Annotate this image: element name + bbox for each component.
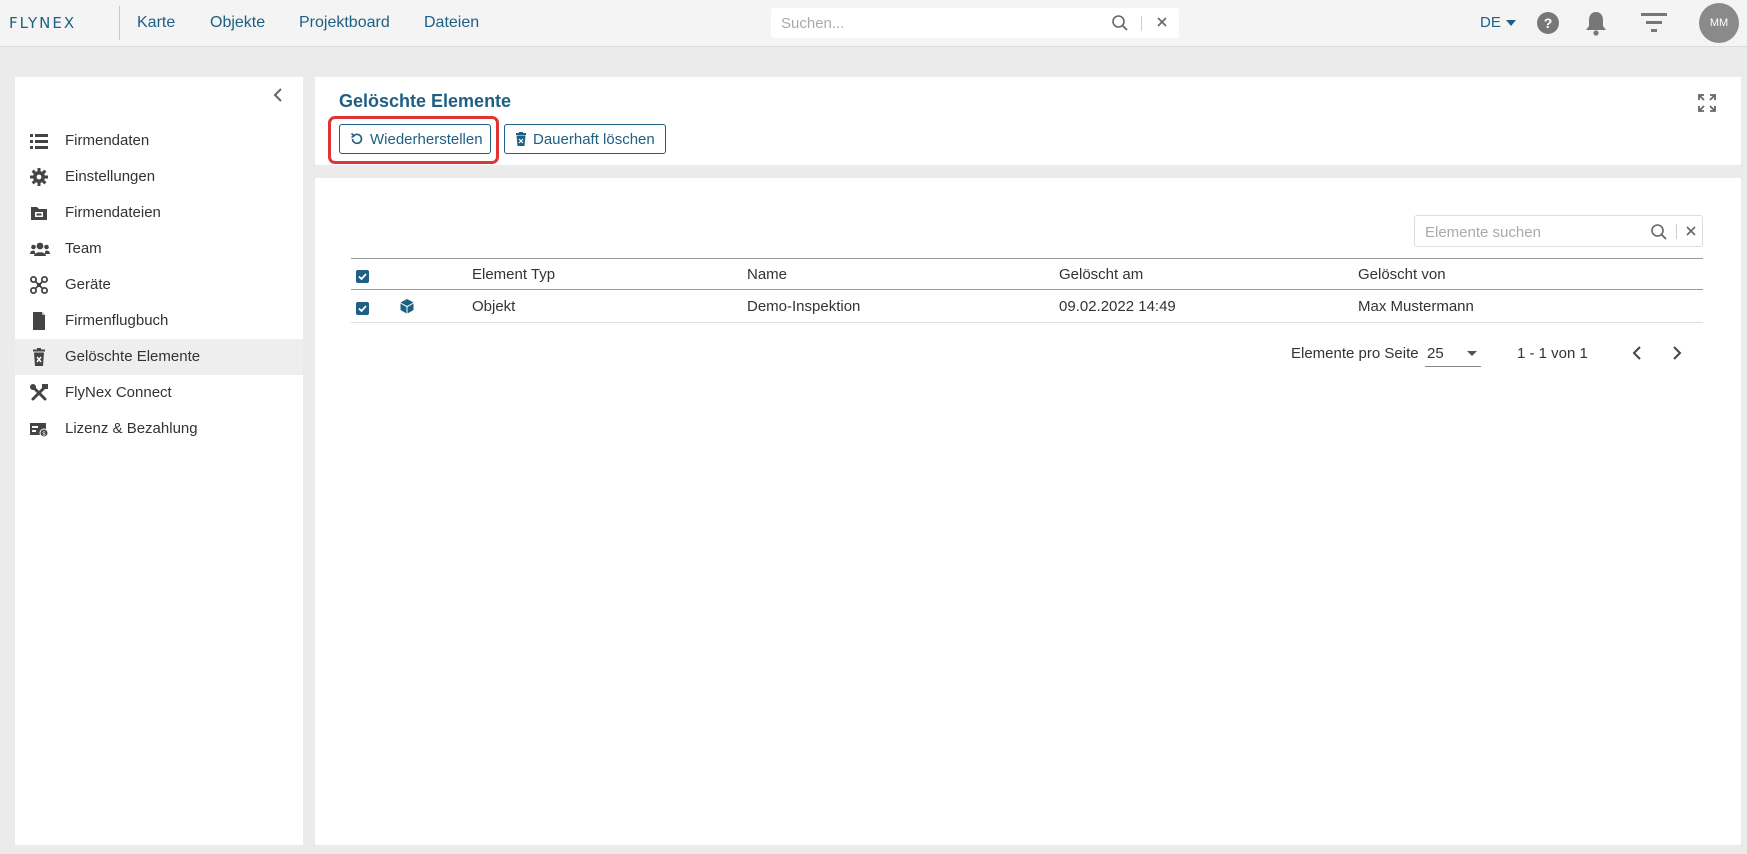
chevron-left-icon[interactable] [1631,344,1643,362]
trash-icon [516,132,526,146]
drone-icon [30,276,48,294]
delete-permanently-button[interactable]: Dauerhaft löschen [504,124,666,154]
sidebar-item-lizenz[interactable]: $ Lizenz & Bezahlung [15,411,303,447]
row-checkbox[interactable] [356,302,369,315]
main-panel: Element Typ Name Gelöscht am Gelöscht vo… [315,178,1741,845]
column-header-deleted-by[interactable]: Gelöscht von [1358,266,1446,283]
cell-name: Demo-Inspektion [747,298,861,315]
clear-search-icon[interactable] [1685,225,1697,237]
avatar[interactable]: MM [1699,3,1739,43]
top-bar: FLYNEX Karte Objekte Projektboard Dateie… [0,0,1747,47]
search-icon[interactable] [1650,223,1668,241]
sidebar-item-geraete[interactable]: Geräte [15,267,303,303]
sidebar-item-label: Firmenflugbuch [65,312,169,329]
pagination-range: 1 - 1 von 1 [1517,345,1588,362]
book-icon [30,312,48,330]
list-icon [30,132,48,150]
column-header-type[interactable]: Element Typ [472,266,555,283]
license-icon: $ [30,420,48,438]
sidebar-item-label: Firmendateien [65,204,161,221]
global-search-input[interactable] [781,12,1081,34]
table-top-border [351,258,1703,259]
bell-icon[interactable] [1584,10,1608,36]
sidebar-item-einstellungen[interactable]: Einstellungen [15,159,303,195]
trash-icon [30,348,48,366]
search-divider [1141,16,1142,31]
nav-dateien[interactable]: Dateien [424,14,479,32]
element-search [1414,215,1703,247]
sidebar-item-team[interactable]: Team [15,231,303,267]
sidebar-item-label: Lizenz & Bezahlung [65,420,198,437]
clear-search-icon[interactable] [1155,15,1169,29]
table-header-border [351,289,1703,290]
sidebar-item-label: Geräte [65,276,111,293]
chevron-left-icon[interactable] [272,87,284,103]
sidebar-item-label: Gelöschte Elemente [65,348,201,365]
folder-icon [30,204,48,222]
tools-icon [30,384,48,402]
page-header: Gelöschte Elemente Wiederherstellen Daue… [315,77,1741,165]
help-icon[interactable]: ? [1537,12,1559,34]
page-title: Gelöschte Elemente [339,91,512,111]
cell-deleted-at: 09.02.2022 14:49 [1059,298,1176,315]
gear-icon [30,168,48,186]
sidebar-item-label: Team [65,240,102,257]
restore-icon [350,132,363,145]
sidebar: Firmendaten Einstellungen Firmendateien … [15,77,303,845]
app-logo[interactable]: FLYNEX [9,14,76,32]
cell-type: Objekt [472,298,516,315]
sidebar-item-label: Einstellungen [65,168,156,185]
restore-label: Wiederherstellen [370,130,483,148]
chevron-right-icon[interactable] [1671,344,1683,362]
filter-icon[interactable] [1641,13,1667,33]
table-row-border [351,322,1703,323]
per-page-select[interactable]: 25 [1425,343,1481,367]
search-divider [1676,224,1677,239]
column-header-deleted-at[interactable]: Gelöscht am [1059,266,1143,283]
nav-projektboard[interactable]: Projektboard [299,14,390,32]
per-page-label: Elemente pro Seite [1291,345,1419,362]
sidebar-item-firmenflugbuch[interactable]: Firmenflugbuch [15,303,303,339]
element-search-input[interactable] [1425,221,1645,243]
nav-objekte[interactable]: Objekte [210,14,265,32]
sidebar-item-geloeschte-elemente[interactable]: Gelöschte Elemente [15,339,303,375]
sidebar-item-label: Firmendaten [65,132,150,149]
per-page-value: 25 [1427,345,1444,362]
sidebar-item-firmendaten[interactable]: Firmendaten [15,123,303,159]
cube-icon [399,298,415,314]
sidebar-item-firmendateien[interactable]: Firmendateien [15,195,303,231]
column-header-name[interactable]: Name [747,266,787,283]
svg-text:$: $ [42,431,46,438]
cell-deleted-by: Max Mustermann [1358,298,1474,315]
nav-karte[interactable]: Karte [137,14,175,32]
sidebar-item-flynex-connect[interactable]: FlyNex Connect [15,375,303,411]
logo-divider [119,6,120,40]
delete-permanently-label: Dauerhaft löschen [533,130,655,148]
search-icon[interactable] [1111,14,1129,32]
global-search [771,8,1179,38]
fullscreen-icon[interactable] [1698,94,1716,112]
sidebar-item-label: FlyNex Connect [65,384,172,401]
caret-down-icon [1467,351,1477,356]
language-label: DE [1480,14,1501,31]
language-select[interactable]: DE [1480,14,1516,31]
restore-button[interactable]: Wiederherstellen [339,124,491,154]
team-icon [30,240,50,258]
caret-down-icon [1505,19,1516,26]
select-all-checkbox[interactable] [356,270,369,283]
